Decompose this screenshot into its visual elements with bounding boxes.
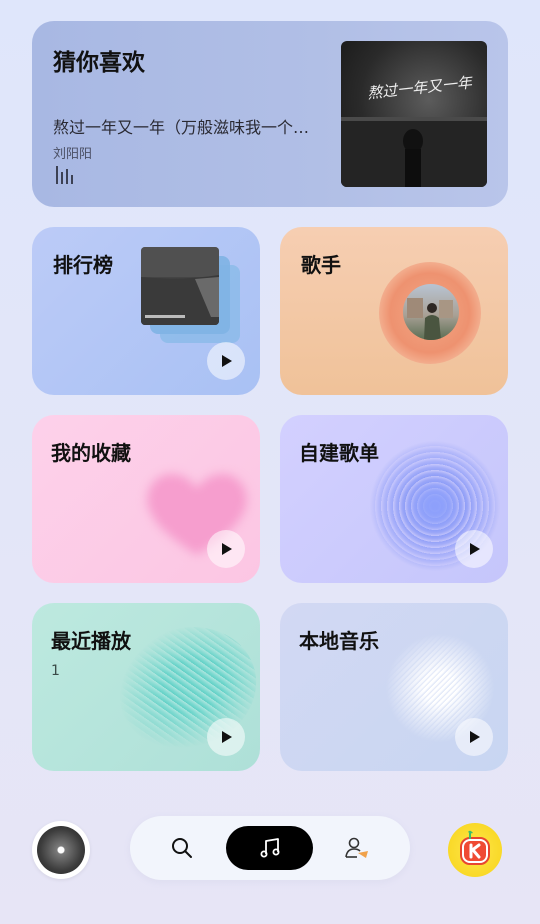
play-icon — [222, 355, 232, 367]
recent-count: 1 — [51, 663, 60, 679]
ranking-cover — [141, 247, 219, 325]
ranking-play-button[interactable] — [207, 342, 245, 380]
recent-play-button[interactable] — [207, 718, 245, 756]
guess-you-like-card[interactable]: 猜你喜欢 熬过一年又一年（万般滋味我一个人... 刘阳阳 熬过一年又一年 — [32, 21, 508, 207]
ranking-title: 排行榜 — [53, 253, 113, 277]
singer-avatar — [403, 284, 459, 340]
singer-card[interactable]: 歌手 — [280, 227, 508, 395]
search-icon — [172, 838, 192, 858]
hero-song-title: 熬过一年又一年（万般滋味我一个人... — [53, 118, 323, 137]
play-icon — [222, 731, 232, 743]
nav-music-button[interactable] — [226, 826, 313, 870]
ripple-core — [415, 486, 455, 526]
cover-artwork — [141, 247, 219, 325]
hero-artist: 刘阳阳 — [53, 147, 93, 162]
singer-title: 歌手 — [301, 253, 341, 277]
music-note-icon — [260, 838, 279, 858]
nav-profile-button[interactable] — [335, 826, 379, 870]
nav-search-button[interactable] — [160, 826, 204, 870]
favorites-card[interactable]: 我的收藏 — [32, 415, 260, 583]
mini-player-disc[interactable] — [32, 821, 90, 879]
mini-player-cover — [37, 826, 85, 874]
custom-playlist-play-button[interactable] — [455, 530, 493, 568]
play-icon — [470, 731, 480, 743]
recent-card[interactable]: 最近播放 1 — [32, 603, 260, 771]
recent-title: 最近播放 — [51, 629, 131, 653]
kugou-icon — [460, 830, 490, 865]
profile-icon — [345, 837, 368, 858]
guess-you-like-title: 猜你喜欢 — [53, 50, 145, 76]
play-icon — [470, 543, 480, 555]
local-music-card[interactable]: 本地音乐 — [280, 603, 508, 771]
custom-playlist-title: 自建歌单 — [299, 441, 379, 465]
bottom-nav — [130, 816, 410, 880]
favorites-play-button[interactable] — [207, 530, 245, 568]
ranking-card[interactable]: 排行榜 — [32, 227, 260, 395]
local-music-title: 本地音乐 — [299, 629, 379, 653]
play-icon — [222, 543, 232, 555]
kugou-app-button[interactable] — [448, 823, 502, 877]
avatar-artwork — [407, 298, 453, 340]
hero-album-cover[interactable]: 熬过一年又一年 — [341, 41, 487, 187]
favorites-title: 我的收藏 — [51, 441, 131, 465]
custom-playlist-card[interactable]: 自建歌单 — [280, 415, 508, 583]
equalizer-icon — [56, 166, 73, 184]
local-music-play-button[interactable] — [455, 718, 493, 756]
cover-artwork — [341, 117, 487, 187]
